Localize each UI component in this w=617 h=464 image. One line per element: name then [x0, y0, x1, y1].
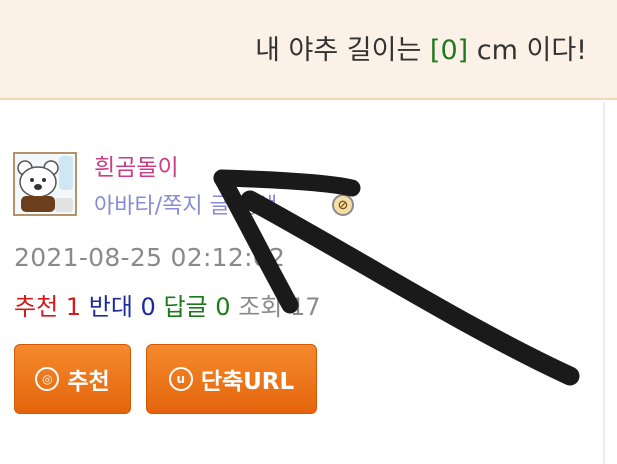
view-label: 조회	[238, 293, 283, 321]
post-title-bar: 내 야추 길이는 [0] cm 이다!	[0, 0, 617, 100]
right-divider	[603, 102, 605, 464]
post-title-prefix: 내 야추 길이는	[255, 35, 430, 66]
short-url-button[interactable]: u 단축URL	[146, 344, 317, 414]
recommend-count: 1	[65, 293, 82, 321]
oppose-count: 0	[140, 293, 156, 321]
post-title-value: [0]	[429, 35, 469, 66]
short-url-circle-icon: u	[168, 367, 193, 391]
block-user-icon[interactable]: ⊘	[332, 194, 354, 216]
recommend-button[interactable]: ◎ 추천	[14, 344, 131, 414]
recommend-label: 추천	[14, 293, 59, 321]
short-url-button-label: 단축URL	[200, 369, 295, 395]
reply-count: 0	[215, 293, 231, 321]
post-title: 내 야추 길이는 [0] cm 이다!	[255, 28, 587, 67]
avatar-message-search-link[interactable]: 아바타/쪽지 글 검색	[94, 188, 277, 220]
post-stats: 추천 1 반대 0 답글 0 조회 17	[14, 287, 321, 322]
reply-label: 답글	[163, 293, 208, 321]
post-date: 2021-08-25 02:12:02	[14, 243, 286, 272]
recommend-circle-icon: ◎	[35, 367, 60, 391]
post-title-suffix: cm 이다!	[468, 35, 587, 66]
bear-avatar-icon[interactable]	[13, 152, 77, 216]
author-name-link[interactable]: 흰곰돌이	[94, 148, 179, 182]
view-count: 17	[290, 293, 321, 321]
oppose-label: 반대	[88, 293, 133, 321]
recommend-button-label: 추천	[67, 369, 110, 395]
